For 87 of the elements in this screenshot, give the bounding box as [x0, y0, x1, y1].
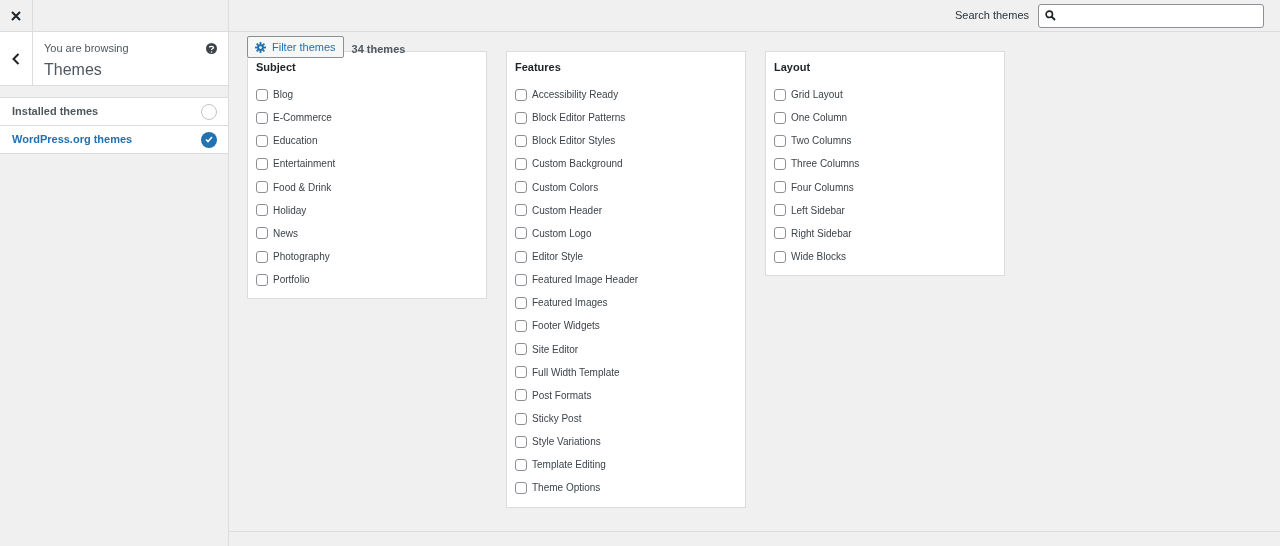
- checkbox[interactable]: [256, 204, 268, 217]
- checkbox-label: Custom Header: [532, 203, 603, 218]
- checkbox-label: Block Editor Patterns: [532, 111, 626, 126]
- checkbox-label: One Column: [791, 111, 848, 126]
- checkbox-label: Full Width Template: [532, 365, 620, 380]
- checkbox[interactable]: [515, 250, 527, 263]
- checkbox[interactable]: [515, 481, 527, 494]
- checkbox-label: Custom Logo: [532, 226, 592, 241]
- checkbox-label: Education: [273, 134, 318, 149]
- checkbox[interactable]: [515, 319, 527, 332]
- checkbox[interactable]: [256, 134, 268, 147]
- checkbox[interactable]: [515, 296, 527, 309]
- checkbox-label: Style Variations: [532, 435, 601, 450]
- checkbox[interactable]: [256, 181, 268, 194]
- checkbox[interactable]: [774, 250, 786, 263]
- checkbox-label: Photography: [273, 250, 330, 265]
- checkbox[interactable]: [515, 435, 527, 448]
- checkbox-label: Wide Blocks: [791, 250, 846, 265]
- section-title: Themes: [44, 60, 102, 80]
- checkbox[interactable]: [774, 181, 786, 194]
- checkbox-label: Featured Image Header: [532, 273, 639, 288]
- checkbox-label: Block Editor Styles: [532, 134, 616, 149]
- checkbox[interactable]: [256, 227, 268, 240]
- checkbox[interactable]: [515, 158, 527, 170]
- checkbox-label: Theme Options: [532, 481, 601, 496]
- checkbox[interactable]: [515, 111, 527, 124]
- checkbox[interactable]: [774, 158, 786, 170]
- checkbox-label: Accessibility Ready: [532, 88, 619, 103]
- checkbox-label: Two Columns: [791, 134, 852, 149]
- checkbox-label: Holiday: [273, 203, 307, 218]
- checkbox[interactable]: [256, 111, 268, 124]
- checkbox-label: Sticky Post: [532, 412, 582, 427]
- checkbox-label: Template Editing: [532, 458, 606, 473]
- checkbox[interactable]: [774, 134, 786, 147]
- checkbox[interactable]: [515, 134, 527, 147]
- panel-heading: Subject: [256, 60, 297, 74]
- checkbox[interactable]: [774, 227, 786, 240]
- back-icon: [12, 52, 20, 65]
- checkbox[interactable]: [774, 111, 786, 124]
- checkbox-label: Editor Style: [532, 250, 584, 265]
- theme-count: 34 themes: [351, 42, 406, 57]
- checkbox[interactable]: [515, 227, 527, 240]
- checkbox[interactable]: [515, 389, 527, 402]
- help-button[interactable]: [206, 43, 217, 54]
- panel-heading: Layout: [774, 60, 812, 74]
- checkbox[interactable]: [515, 273, 527, 286]
- checkbox[interactable]: [515, 458, 527, 471]
- checkbox[interactable]: [256, 250, 268, 263]
- checkbox-label: Right Sidebar: [791, 226, 852, 241]
- checkbox-label: Left Sidebar: [791, 203, 845, 218]
- checkbox[interactable]: [515, 343, 527, 356]
- checkbox[interactable]: [515, 412, 527, 425]
- search-field[interactable]: [1038, 3, 1264, 28]
- checkbox[interactable]: [256, 273, 268, 286]
- checkbox-label: News: [273, 226, 298, 241]
- checkbox-label: Custom Colors: [532, 180, 599, 195]
- checkbox-label: Site Editor: [532, 342, 579, 357]
- checkbox-label: E-Commerce: [273, 111, 332, 126]
- panel-heading: Features: [515, 60, 562, 74]
- checkbox-label: Blog: [273, 88, 293, 103]
- checkbox-label: Portfolio: [273, 273, 310, 288]
- source-item[interactable]: WordPress.org themes: [0, 126, 228, 154]
- filter-button[interactable]: Filter themes: [247, 36, 344, 58]
- search-label: Search themes: [955, 8, 1029, 24]
- source-item[interactable]: Installed themes: [0, 98, 228, 126]
- checkbox-label: Four Columns: [791, 180, 854, 195]
- checkbox[interactable]: [515, 181, 527, 194]
- checkbox-label: Custom Background: [532, 157, 623, 172]
- checkbox-label: Three Columns: [791, 157, 860, 172]
- checkbox-label: Featured Images: [532, 296, 608, 311]
- browsing-label: You are browsing: [44, 42, 129, 55]
- checkbox[interactable]: [515, 366, 527, 379]
- checkbox-label: Grid Layout: [791, 88, 843, 103]
- checkbox[interactable]: [774, 88, 786, 101]
- checkbox-label: Post Formats: [532, 388, 592, 403]
- search-icon: [1045, 10, 1056, 21]
- checkbox-label: Footer Widgets: [532, 319, 600, 334]
- checkbox[interactable]: [774, 204, 786, 217]
- close-icon: [11, 10, 21, 21]
- checkbox-label: Entertainment: [273, 157, 336, 172]
- checkbox-label: Food & Drink: [273, 180, 332, 195]
- gear-icon: [255, 41, 266, 53]
- checkbox[interactable]: [256, 158, 268, 170]
- help-icon: [208, 44, 215, 53]
- checkbox[interactable]: [256, 88, 268, 101]
- checkbox[interactable]: [515, 88, 527, 101]
- checkbox[interactable]: [515, 204, 527, 217]
